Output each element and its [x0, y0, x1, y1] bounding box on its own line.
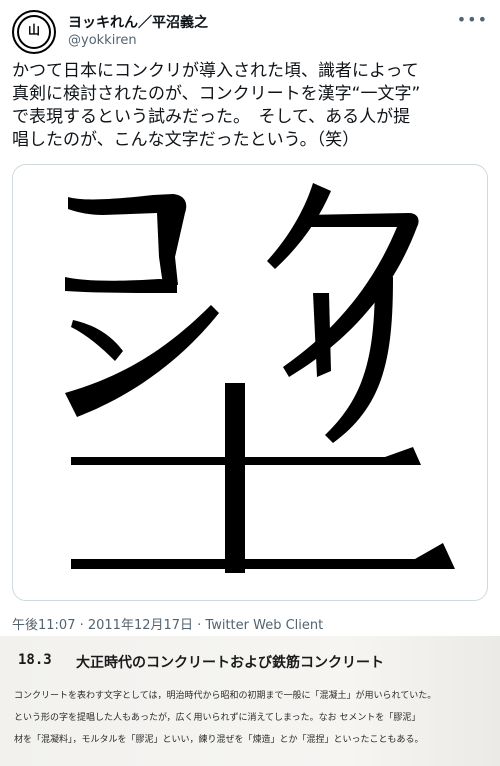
- concrete-kanji-glyph: [65, 183, 455, 573]
- tweet-text: かつて日本にコンクリが導入された頃、識者によって 真剣に検討されたのが、コンクリ…: [12, 61, 421, 150]
- avatar-logo-text: 山: [27, 23, 40, 37]
- book-line: という形の字を提唱した人もあったが，広く用いられずに消えてしまった。なお セメン…: [14, 713, 421, 723]
- tweet-header: 山 ヨッキれん／平沼義之 @yokkiren •••: [12, 10, 488, 54]
- section-number: 18.3: [18, 652, 52, 668]
- book-excerpt: 18.3 大正時代のコンクリートおよび鉄筋コンクリート コンクリートを表わす文字…: [0, 636, 500, 766]
- display-name[interactable]: ヨッキれん／平沼義之: [68, 12, 208, 32]
- glyph-n: [65, 305, 219, 417]
- glyph-ri: [313, 277, 393, 443]
- glyph-ku: [267, 183, 419, 377]
- avatar[interactable]: 山: [12, 10, 56, 54]
- book-line: 材を「混凝料」，モルタルを「膠泥」といい，練り混ぜを「煉造」とか「混捏」といった…: [14, 735, 424, 745]
- section-title: 大正時代のコンクリートおよび鉄筋コンクリート: [76, 655, 384, 671]
- glyph-ko: [65, 194, 187, 293]
- tweet-media[interactable]: [12, 164, 488, 601]
- more-dots-icon[interactable]: •••: [457, 10, 488, 29]
- book-line: コンクリートを表わす文字としては，明治時代から昭和の初期まで一般に「混凝土」が用…: [14, 691, 437, 701]
- glyph-tsuchi: [71, 383, 455, 573]
- tweet-timestamp[interactable]: 午後11:07 · 2011年12月17日 · Twitter Web Clie…: [12, 614, 323, 633]
- user-handle[interactable]: @yokkiren: [68, 33, 137, 48]
